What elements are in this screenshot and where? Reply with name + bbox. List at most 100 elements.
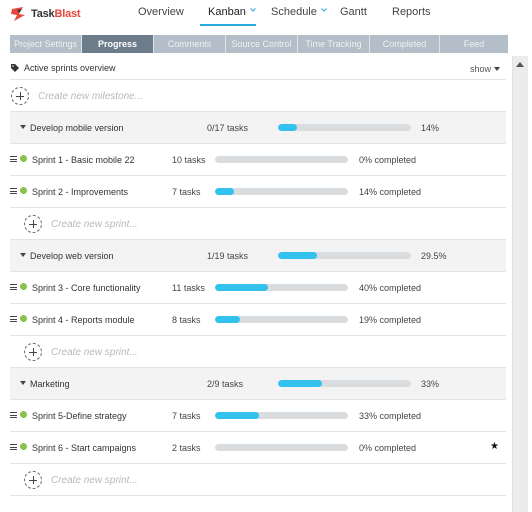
chevron-down-icon[interactable] (250, 7, 256, 13)
sprint-row[interactable]: Sprint 3 - Core functionality 11 tasks 4… (10, 272, 506, 304)
milestone-progress-bar (278, 252, 411, 259)
milestone-name: Marketing (30, 379, 70, 389)
tab-project-settings[interactable]: Project Settings (10, 35, 82, 53)
status-dot (20, 283, 27, 290)
collapse-caret-icon[interactable] (20, 381, 26, 385)
nav-reports-label: Reports (392, 6, 431, 18)
add-milestone-icon[interactable] (11, 87, 29, 105)
drag-handle-icon[interactable] (10, 316, 17, 322)
sprint-name[interactable]: Sprint 2 - Improvements (32, 187, 128, 197)
drag-handle-icon[interactable] (10, 188, 17, 194)
sprint-name[interactable]: Sprint 4 - Reports module (32, 315, 135, 325)
create-sprint-placeholder[interactable]: Create new sprint... (51, 347, 138, 358)
caret-down-icon (494, 67, 500, 71)
progress-fill (215, 188, 234, 195)
active-nav-underline (200, 24, 256, 26)
create-sprint-row[interactable]: Create new sprint... (10, 208, 506, 240)
sprint-row[interactable]: Sprint 5-Define strategy 7 tasks 33% com… (10, 400, 506, 432)
nav-schedule-label: Schedule (271, 6, 317, 18)
sprint-progress-bar (215, 156, 348, 163)
create-sprint-placeholder[interactable]: Create new sprint... (51, 219, 138, 230)
milestone-tasks: 2/9 tasks (207, 379, 244, 389)
sprint-row[interactable]: Sprint 1 - Basic mobile 22 10 tasks 0% c… (10, 144, 506, 176)
status-dot (20, 443, 27, 450)
milestone-name: Develop web version (30, 251, 114, 261)
nav-reports[interactable]: Reports (392, 6, 431, 18)
sprint-tasks: 11 tasks (172, 283, 205, 293)
milestone-progress-bar (278, 380, 411, 387)
logo-text-task: Task (31, 8, 55, 20)
drag-handle-icon[interactable] (10, 156, 17, 162)
milestone-row[interactable]: Develop web version 1/19 tasks 29.5% (10, 240, 506, 272)
create-milestone-row[interactable]: Create new milestone... (10, 80, 506, 112)
status-dot (20, 187, 27, 194)
progress-fill (278, 124, 297, 131)
sprint-name[interactable]: Sprint 3 - Core functionality (32, 283, 141, 293)
chevron-down-icon[interactable] (321, 7, 327, 13)
status-dot (20, 155, 27, 162)
top-navigation: TaskBlast Overview Kanban Schedule Gantt… (0, 0, 532, 28)
drag-handle-icon[interactable] (10, 284, 17, 290)
overview-header: Active sprints overview show (10, 56, 506, 80)
milestone-percent: 29.5% (421, 251, 447, 261)
tab-progress[interactable]: Progress (82, 35, 154, 53)
show-dropdown[interactable]: show (470, 64, 500, 74)
progress-fill (278, 252, 318, 259)
milestone-tasks: 1/19 tasks (207, 251, 249, 261)
nav-schedule[interactable]: Schedule (271, 6, 327, 18)
create-sprint-row[interactable]: Create new sprint... (10, 336, 506, 368)
nav-kanban-label: Kanban (208, 6, 246, 18)
milestone-row[interactable]: Marketing 2/9 tasks 33% (10, 368, 506, 400)
project-tabs: Project Settings Progress Comments Sourc… (10, 35, 508, 53)
create-sprint-row[interactable]: Create new sprint... (10, 464, 506, 496)
vertical-scrollbar[interactable] (512, 56, 528, 512)
tag-icon (11, 64, 19, 72)
milestone-name: Develop mobile version (30, 123, 124, 133)
progress-fill (215, 284, 269, 291)
status-dot (20, 315, 27, 322)
logo-text: TaskBlast (31, 8, 81, 20)
nav-overview[interactable]: Overview (138, 6, 184, 18)
sprint-name[interactable]: Sprint 6 - Start campaigns (32, 443, 136, 453)
nav-kanban[interactable]: Kanban (208, 6, 256, 18)
drag-handle-icon[interactable] (10, 444, 17, 450)
progress-fill (215, 412, 259, 419)
collapse-caret-icon[interactable] (20, 125, 26, 129)
sprint-progress-bar (215, 444, 348, 451)
sprint-row[interactable]: Sprint 6 - Start campaigns 2 tasks 0% co… (10, 432, 506, 464)
sprint-row[interactable]: Sprint 2 - Improvements 7 tasks 14% comp… (10, 176, 506, 208)
milestone-percent: 14% (421, 123, 440, 133)
tab-source-control[interactable]: Source Control (226, 35, 298, 53)
tab-time-tracking[interactable]: Time Tracking (298, 35, 370, 53)
sprint-percent: 0% completed (359, 443, 417, 453)
sprint-name[interactable]: Sprint 1 - Basic mobile 22 (32, 155, 135, 165)
logo-icon (11, 7, 25, 21)
milestone-tasks: 0/17 tasks (207, 123, 249, 133)
logo-text-blast: Blast (54, 8, 81, 20)
overview-title: Active sprints overview (24, 63, 116, 73)
sprint-tasks: 2 tasks (172, 443, 201, 453)
sprint-tasks: 8 tasks (172, 315, 201, 325)
scroll-up-arrow-icon[interactable] (516, 62, 524, 67)
tab-completed[interactable]: Completed (370, 35, 440, 53)
status-dot (20, 411, 27, 418)
drag-handle-icon[interactable] (10, 412, 17, 418)
nav-overview-label: Overview (138, 6, 184, 18)
tab-feed[interactable]: Feed (440, 35, 508, 53)
create-milestone-placeholder[interactable]: Create new milestone... (38, 91, 143, 102)
app-logo[interactable]: TaskBlast (10, 5, 81, 23)
milestone-percent: 33% (421, 379, 440, 389)
nav-gantt[interactable]: Gantt (340, 6, 367, 18)
create-sprint-placeholder[interactable]: Create new sprint... (51, 475, 138, 486)
milestone-row[interactable]: Develop mobile version 0/17 tasks 14% (10, 112, 506, 144)
collapse-caret-icon[interactable] (20, 253, 26, 257)
sprint-row[interactable]: Sprint 4 - Reports module 8 tasks 19% co… (10, 304, 506, 336)
sprint-tasks: 7 tasks (172, 187, 201, 197)
add-sprint-icon[interactable] (24, 471, 42, 489)
add-sprint-icon[interactable] (24, 215, 42, 233)
add-sprint-icon[interactable] (24, 343, 42, 361)
sprint-name[interactable]: Sprint 5-Define strategy (32, 411, 127, 421)
tab-comments[interactable]: Comments (154, 35, 226, 53)
star-icon[interactable]: ★ (490, 441, 499, 452)
sprint-percent: 33% completed (359, 411, 422, 421)
